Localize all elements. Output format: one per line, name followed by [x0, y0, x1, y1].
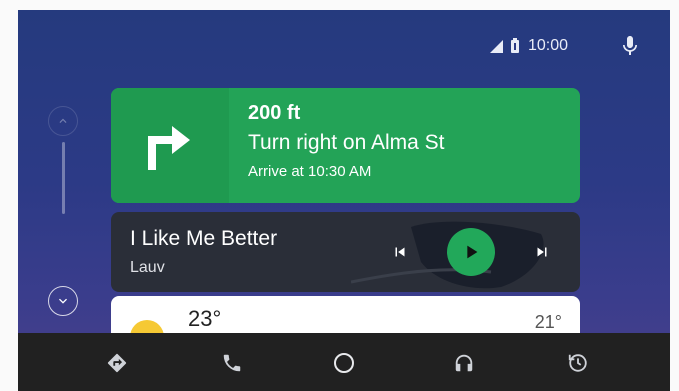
android-auto-screen: 10:00 200 ft Turn right on Alma St Arriv… [18, 10, 670, 391]
forecast-temperature: 21° [534, 312, 562, 332]
play-icon [467, 245, 478, 259]
scroll-down-button[interactable] [48, 286, 78, 316]
play-button[interactable] [447, 228, 495, 276]
navigation-card[interactable]: 200 ft Turn right on Alma St Arrive at 1… [111, 88, 580, 203]
skip-previous-icon [395, 247, 405, 257]
skip-next-button[interactable] [524, 234, 560, 270]
navigation-text: 200 ft Turn right on Alma St Arrive at 1… [248, 102, 444, 180]
current-temperature: 23° [188, 306, 222, 331]
navigation-icon [107, 353, 127, 373]
scroll-indicator[interactable] [62, 142, 65, 214]
music-tab[interactable] [452, 351, 476, 375]
phone-icon [223, 354, 241, 372]
turn-right-icon [148, 125, 190, 170]
track-artist: Lauv [130, 259, 165, 276]
battery-icon [510, 37, 519, 53]
phone-tab[interactable] [220, 351, 244, 375]
chevron-up-icon [59, 118, 67, 123]
headphones-icon [455, 354, 473, 372]
recents-icon [568, 354, 587, 372]
clock: 10:00 [527, 37, 568, 54]
skip-next-icon [537, 247, 547, 257]
navigation-tab[interactable] [105, 351, 129, 375]
maneuver-distance: 200 ft [248, 102, 301, 124]
bottom-dock [18, 333, 670, 391]
skip-previous-button[interactable] [382, 234, 418, 270]
home-icon [334, 353, 354, 373]
media-card[interactable]: I Like Me Better Lauv [111, 212, 580, 292]
track-title: I Like Me Better [130, 227, 278, 250]
recents-tab[interactable] [566, 351, 590, 375]
chevron-down-icon [59, 298, 67, 304]
home-tab[interactable] [332, 351, 356, 375]
status-bar: 10:00 [489, 34, 642, 58]
signal-icon [489, 39, 503, 53]
scroll-up-button[interactable] [48, 106, 78, 136]
maneuver-instruction: Turn right on Alma St [248, 131, 445, 154]
microphone-icon[interactable] [618, 34, 642, 58]
maneuver-panel [111, 88, 229, 203]
arrival-time: Arrive at 10:30 AM [248, 163, 372, 180]
